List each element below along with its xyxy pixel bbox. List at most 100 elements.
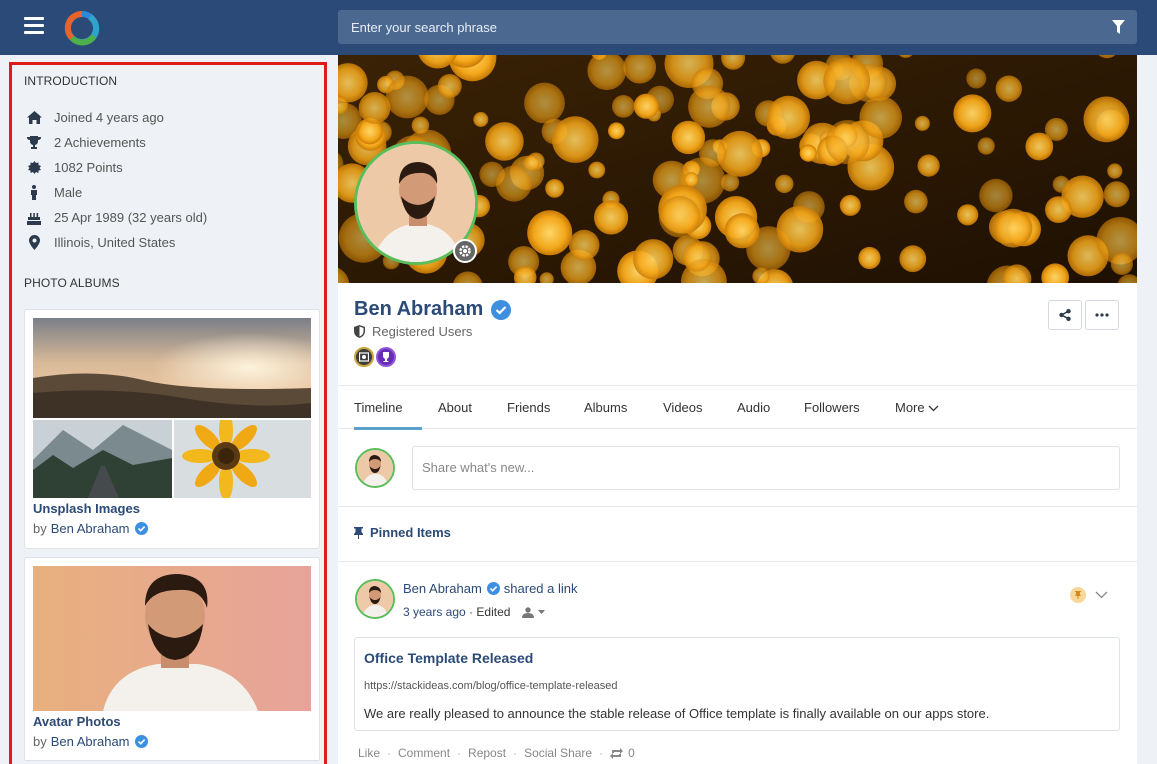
- bokeh-light: [966, 68, 987, 89]
- repost-button[interactable]: Repost: [468, 746, 506, 760]
- list-item: Joined 4 years ago: [26, 105, 207, 130]
- album-card-avatar-photos[interactable]: Avatar Photos by Ben Abraham: [24, 557, 320, 761]
- bokeh-light: [633, 93, 659, 119]
- bokeh-light: [766, 95, 810, 139]
- album-cover-portrait-image[interactable]: [33, 566, 311, 711]
- tab-more[interactable]: More: [895, 386, 939, 430]
- badge-icon: [26, 160, 42, 176]
- tab-friends[interactable]: Friends: [507, 386, 550, 430]
- app-logo[interactable]: [64, 10, 100, 46]
- bokeh-light: [495, 165, 532, 202]
- location-pin-icon: [26, 235, 42, 251]
- bokeh-light: [799, 144, 817, 162]
- badge-trophy-icon[interactable]: [376, 347, 396, 367]
- author-link[interactable]: Ben Abraham: [51, 734, 130, 749]
- bokeh-light: [1083, 96, 1130, 143]
- top-bar: [0, 0, 1157, 55]
- chevron-down-icon[interactable]: [1095, 591, 1108, 599]
- album-name[interactable]: Unsplash Images: [33, 501, 140, 516]
- by-label: by: [33, 734, 47, 749]
- trophy-icon: [26, 135, 42, 151]
- bokeh-light: [527, 210, 573, 256]
- bokeh-light: [977, 137, 995, 155]
- privacy-dropdown[interactable]: [522, 606, 546, 618]
- pinned-label: Pinned Items: [370, 525, 451, 540]
- location-text: Illinois, United States: [54, 235, 176, 250]
- comment-button[interactable]: Comment: [398, 746, 450, 760]
- share-button[interactable]: [1048, 300, 1082, 330]
- bokeh-light: [594, 200, 629, 235]
- bokeh-light: [839, 194, 861, 216]
- post-timestamp[interactable]: 3 years ago: [403, 605, 466, 619]
- badge-photo-icon[interactable]: [354, 347, 374, 367]
- post-composer: Share what's new...: [338, 429, 1137, 507]
- album-cover-landscape-image[interactable]: [33, 318, 311, 418]
- profile-role-text[interactable]: Registered Users: [372, 324, 472, 339]
- bokeh-light: [473, 112, 489, 127]
- bokeh-light: [1110, 252, 1133, 275]
- male-icon: [26, 185, 42, 201]
- hamburger-menu-icon[interactable]: [24, 17, 44, 34]
- ellipsis-icon: [1095, 313, 1109, 317]
- bokeh-light: [568, 229, 600, 261]
- filter-icon[interactable]: [1099, 10, 1137, 44]
- bokeh-light: [859, 96, 902, 139]
- bokeh-light: [608, 122, 625, 140]
- share-status-input[interactable]: Share what's new...: [412, 446, 1120, 490]
- bokeh-light: [437, 74, 462, 98]
- post-actions: Like · Comment · Repost · Social Share ·…: [358, 746, 635, 760]
- bokeh-light: [658, 195, 701, 238]
- repost-icon: [610, 747, 624, 759]
- link-url[interactable]: https://stackideas.com/blog/office-templ…: [364, 680, 618, 692]
- bokeh-light: [993, 208, 1033, 248]
- album-author: by Ben Abraham: [33, 734, 148, 749]
- post-controls: [1070, 587, 1108, 603]
- album-card-unsplash[interactable]: Unsplash Images by Ben Abraham: [24, 309, 320, 549]
- divider: [338, 561, 1137, 562]
- repost-count: 0: [628, 746, 635, 760]
- album-name[interactable]: Avatar Photos: [33, 714, 121, 729]
- post-meta: 3 years ago · Edited: [403, 605, 546, 619]
- author-link[interactable]: Ben Abraham: [51, 521, 130, 536]
- composer-avatar[interactable]: [355, 448, 395, 488]
- tab-audio[interactable]: Audio: [737, 386, 770, 430]
- more-options-button[interactable]: [1085, 300, 1119, 330]
- profile-name-text[interactable]: Ben Abraham: [354, 298, 483, 321]
- link-title[interactable]: Office Template Released: [364, 650, 533, 666]
- bokeh-light: [776, 205, 824, 253]
- list-item: 1082 Points: [26, 155, 207, 180]
- bokeh-light: [633, 239, 674, 280]
- share-icon: [1059, 309, 1071, 321]
- shared-link-card[interactable]: Office Template Released https://stackid…: [354, 637, 1120, 731]
- introduction-list: Joined 4 years ago 2 Achievements 1082 P…: [26, 105, 207, 255]
- bokeh-light: [858, 246, 881, 270]
- separator: ·: [387, 746, 392, 760]
- bokeh-light: [545, 179, 564, 198]
- bokeh-light: [1107, 163, 1123, 179]
- tab-followers[interactable]: Followers: [804, 386, 860, 430]
- album-sunflower-image[interactable]: [174, 420, 311, 498]
- like-button[interactable]: Like: [358, 746, 380, 760]
- tab-albums[interactable]: Albums: [584, 386, 627, 430]
- bokeh-light: [823, 57, 871, 105]
- bokeh-light: [524, 82, 565, 124]
- tab-timeline[interactable]: Timeline: [354, 386, 422, 430]
- pinned-post-icon[interactable]: [1070, 587, 1086, 603]
- album-road-image[interactable]: [33, 420, 172, 498]
- separator: ·: [599, 746, 604, 760]
- post-author-avatar[interactable]: [355, 579, 395, 619]
- bokeh-light: [953, 94, 992, 133]
- tab-about[interactable]: About: [438, 386, 472, 430]
- post-author-link[interactable]: Ben Abraham: [403, 581, 482, 596]
- bokeh-light: [551, 116, 599, 163]
- search-input[interactable]: [338, 10, 1098, 44]
- bokeh-light: [612, 95, 635, 118]
- social-share-button[interactable]: Social Share: [524, 746, 592, 760]
- bokeh-light: [979, 178, 1013, 213]
- tab-videos[interactable]: Videos: [663, 386, 703, 430]
- post-action-text: shared a link: [503, 581, 578, 596]
- pinned-items-heading: Pinned Items: [354, 525, 451, 540]
- verified-icon: [134, 522, 148, 535]
- avatar-settings-gear-icon[interactable]: [453, 239, 477, 263]
- photo-albums-heading: PHOTO ALBUMS: [24, 276, 120, 290]
